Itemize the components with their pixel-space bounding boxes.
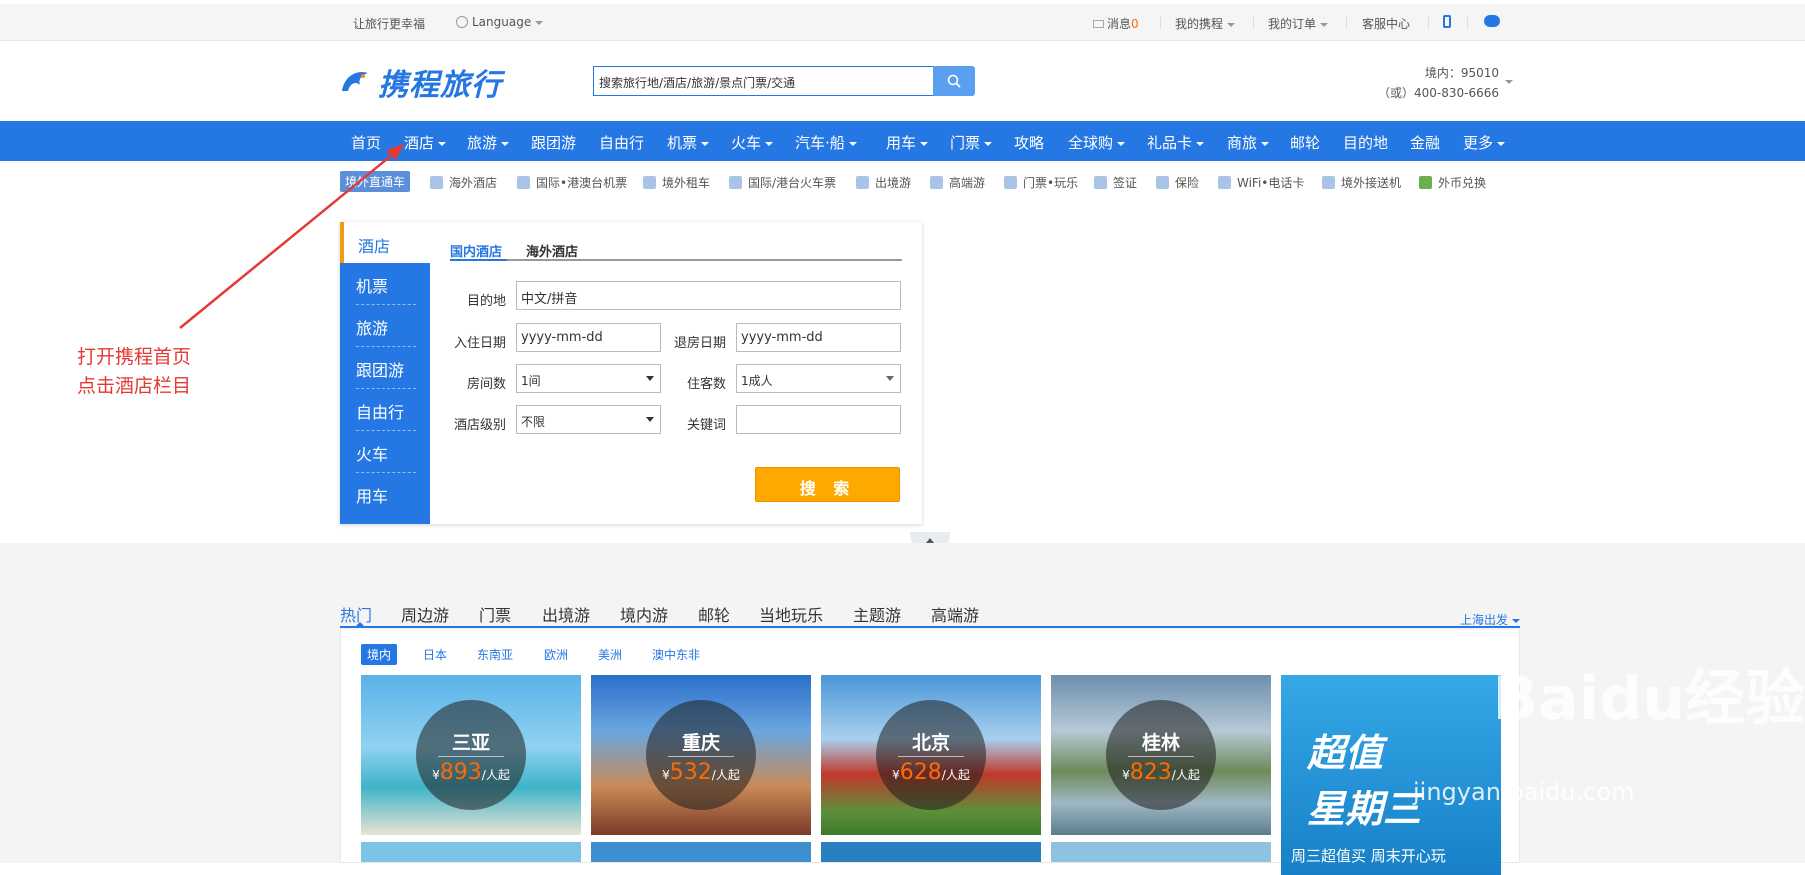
baidu-watermark: Baidu经验 [1492, 664, 1805, 734]
annotation-line1: 打开携程首页 [77, 346, 192, 368]
baidu-watermark-url: jingyan.baidu.com [1413, 778, 1635, 806]
annotation-text: 打开携程首页 点击酒店栏目 [77, 343, 191, 401]
annotation-line2: 点击酒店栏目 [77, 375, 192, 397]
